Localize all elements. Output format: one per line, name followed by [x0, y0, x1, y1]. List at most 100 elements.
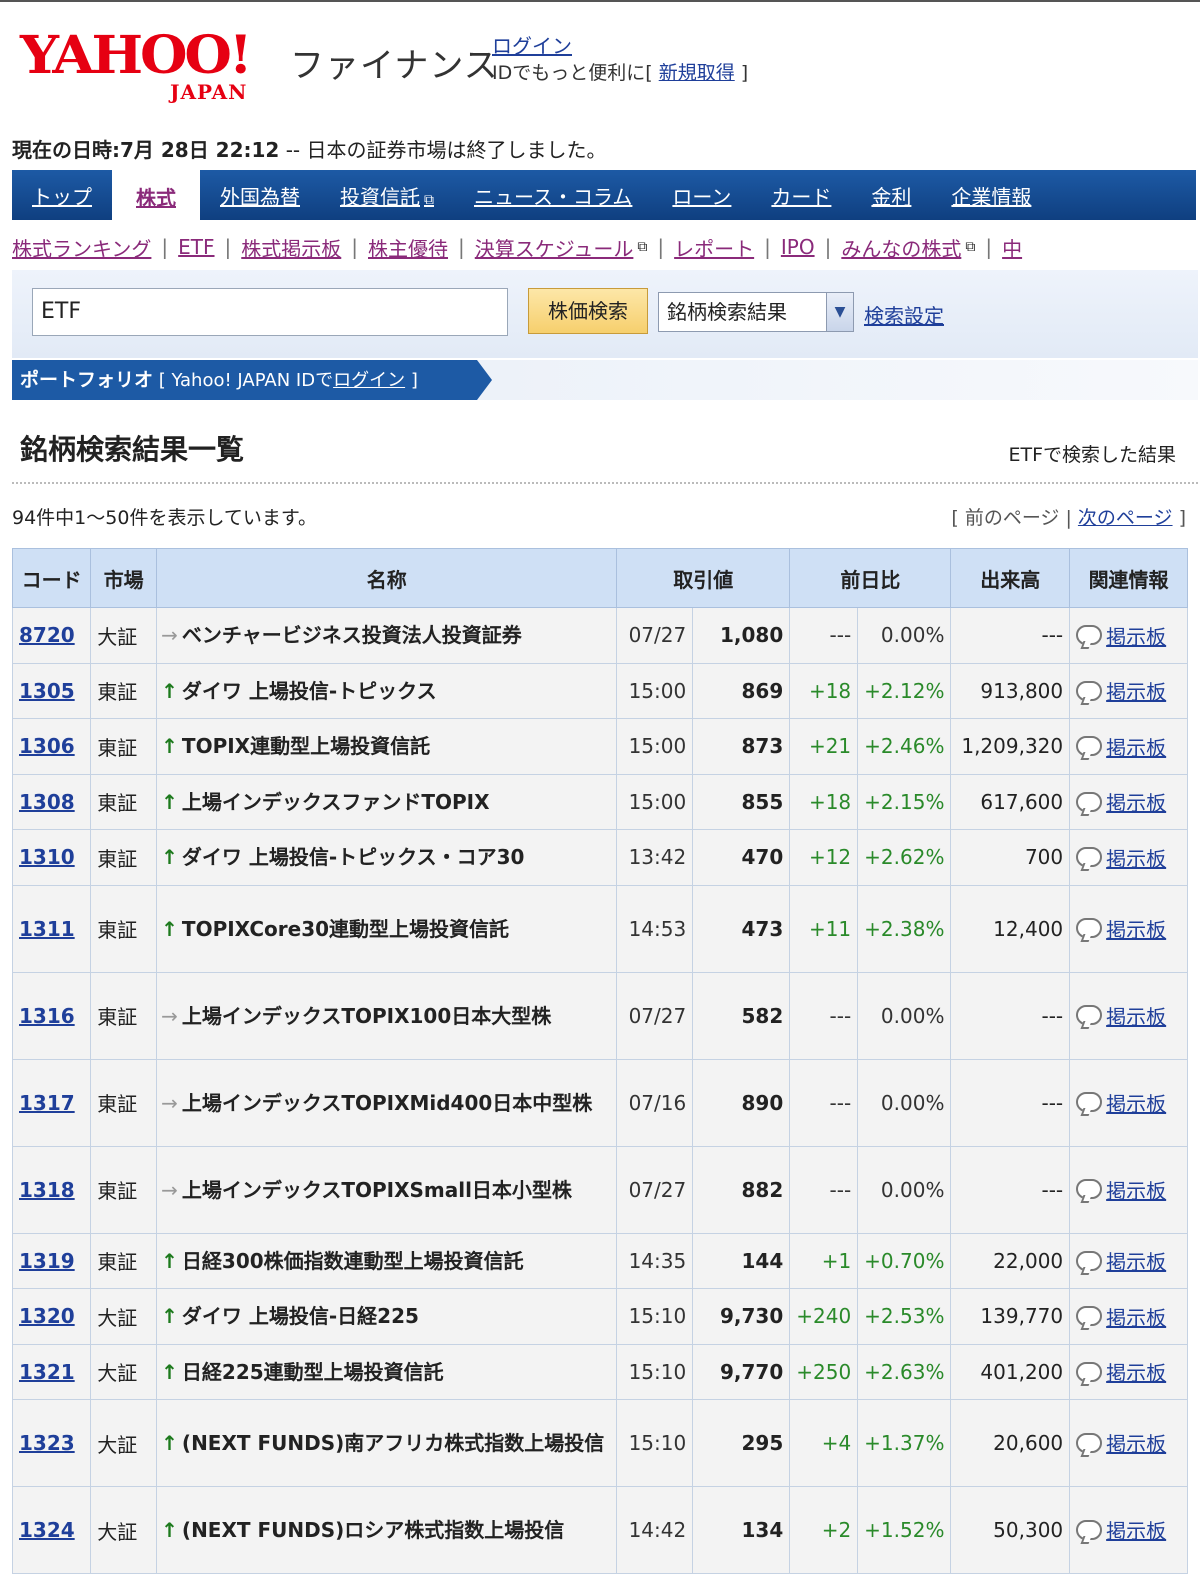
trade-price: 473 — [692, 884, 791, 973]
column-header: 関連情報 — [1069, 548, 1188, 608]
portfolio-login-link[interactable]: ログイン — [333, 370, 405, 391]
service-name: ファイナンス — [290, 46, 499, 86]
main-nav-item[interactable]: トップ — [12, 181, 112, 220]
yahoo-japan-logo[interactable]: YAHOO! JAPAN — [20, 30, 280, 105]
bbs-link-label[interactable]: 掲示板 — [1106, 676, 1166, 705]
bbs-link[interactable]: 掲示板 — [1076, 1515, 1166, 1544]
market-status: 現在の日時:7月 28日 22:12 -- 日本の証券市場は終了しました。 — [12, 138, 607, 162]
next-page-link[interactable]: 次のページ — [1078, 507, 1173, 529]
bbs-link[interactable]: 掲示板 — [1076, 732, 1166, 761]
sub-nav-item[interactable]: 中 — [1002, 233, 1022, 262]
volume-cell: 20,600 — [950, 1399, 1071, 1487]
stock-name: 日経225連動型上場投資信託 — [181, 1359, 444, 1384]
trade-time: 07/16 — [616, 1058, 694, 1147]
code-cell: 1319 — [11, 1232, 92, 1289]
main-nav-item[interactable]: 投資信託 ⧉ — [320, 181, 454, 220]
bbs-link[interactable]: 掲示板 — [1076, 843, 1166, 872]
bbs-link-label[interactable]: 掲示板 — [1106, 1357, 1166, 1386]
column-header: 市場 — [90, 548, 158, 608]
bbs-link[interactable]: 掲示板 — [1076, 1357, 1166, 1386]
bbs-link-label[interactable]: 掲示板 — [1106, 787, 1166, 816]
stock-code-link[interactable]: 1321 — [19, 1360, 75, 1384]
bbs-link[interactable]: 掲示板 — [1076, 914, 1166, 943]
stock-code-link[interactable]: 1318 — [19, 1178, 75, 1202]
stock-code-link[interactable]: 1320 — [19, 1304, 75, 1328]
bbs-link[interactable]: 掲示板 — [1076, 1302, 1166, 1331]
name-cell: → 上場インデックスTOPIXMid400日本中型株 — [156, 1058, 618, 1147]
stock-code-link[interactable]: 8720 — [19, 623, 75, 647]
trade-price: 873 — [692, 718, 791, 775]
change-percent: +2.38% — [857, 884, 952, 973]
stock-code-link[interactable]: 1316 — [19, 1004, 75, 1028]
main-nav-item[interactable]: 株式 — [112, 170, 200, 220]
sub-nav-item[interactable]: みんなの株式 — [841, 233, 961, 262]
stock-code-link[interactable]: 1317 — [19, 1091, 75, 1115]
search-settings-link[interactable]: 検索設定 — [864, 300, 944, 329]
bbs-link-label[interactable]: 掲示板 — [1106, 914, 1166, 943]
sub-nav-item[interactable]: ETF — [178, 235, 214, 259]
name-cell: ↑ (NEXT FUNDS)南アフリカ株式指数上場投信 — [156, 1399, 618, 1487]
bbs-link[interactable]: 掲示板 — [1076, 1088, 1166, 1117]
main-nav-item[interactable]: 外国為替 — [200, 181, 320, 220]
stock-code-link[interactable]: 1319 — [19, 1249, 75, 1273]
bbs-link-label[interactable]: 掲示板 — [1106, 1088, 1166, 1117]
sub-nav-item[interactable]: 決算スケジュール — [475, 233, 634, 262]
bbs-link-label[interactable]: 掲示板 — [1106, 732, 1166, 761]
stock-code-link[interactable]: 1323 — [19, 1431, 75, 1455]
stock-code-link[interactable]: 1308 — [19, 790, 75, 814]
code-cell: 1306 — [11, 718, 92, 775]
main-nav-item[interactable]: 企業情報 — [931, 181, 1051, 220]
bbs-link[interactable]: 掲示板 — [1076, 1001, 1166, 1030]
market-cell: 東証 — [90, 1058, 158, 1147]
info-cell: 掲示板 — [1069, 662, 1188, 719]
bbs-link-label[interactable]: 掲示板 — [1106, 621, 1166, 650]
search-type-select[interactable]: 銘柄検索結果 ▼ — [658, 292, 854, 332]
stock-code-link[interactable]: 1305 — [19, 679, 75, 703]
sub-nav-item[interactable]: 株式掲示板 — [241, 233, 341, 262]
bbs-link-label[interactable]: 掲示板 — [1106, 1001, 1166, 1030]
speech-bubble-icon — [1076, 1361, 1103, 1382]
current-datetime: 7月 28日 22:12 — [120, 138, 280, 162]
main-nav-label: 株式 — [136, 186, 176, 210]
sub-nav-item[interactable]: 株式ランキング — [12, 233, 151, 262]
bbs-link-label[interactable]: 掲示板 — [1106, 1175, 1166, 1204]
bbs-link[interactable]: 掲示板 — [1076, 1246, 1166, 1275]
bbs-link-label[interactable]: 掲示板 — [1106, 1302, 1166, 1331]
arrow-up-icon: ↑ — [161, 1359, 178, 1384]
bbs-link[interactable]: 掲示板 — [1076, 1428, 1166, 1457]
sub-nav-item[interactable]: IPO — [781, 235, 815, 259]
search-input[interactable]: ETF — [32, 288, 508, 336]
arrow-up-icon: ↑ — [161, 678, 178, 703]
stock-search-button[interactable]: 株価検索 — [528, 288, 648, 334]
stock-code-link[interactable]: 1324 — [19, 1518, 75, 1542]
bbs-link[interactable]: 掲示板 — [1076, 676, 1166, 705]
result-subtitle: ETFで検索した結果 — [1008, 444, 1176, 466]
main-nav-item[interactable]: カード — [751, 181, 851, 220]
bbs-link-label[interactable]: 掲示板 — [1106, 1515, 1166, 1544]
sub-nav-item[interactable]: 株主優待 — [368, 233, 448, 262]
table-row: 1317 東証 → 上場インデックスTOPIXMid400日本中型株 07/16 890-… — [11, 1058, 1188, 1147]
bbs-link[interactable]: 掲示板 — [1076, 621, 1166, 650]
stock-code-link[interactable]: 1311 — [19, 917, 75, 941]
code-cell: 1321 — [11, 1343, 92, 1400]
stock-code-link[interactable]: 1306 — [19, 734, 75, 758]
info-cell: 掲示板 — [1069, 884, 1188, 973]
bbs-link-label[interactable]: 掲示板 — [1106, 1428, 1166, 1457]
bbs-link-label[interactable]: 掲示板 — [1106, 843, 1166, 872]
stock-code-link[interactable]: 1310 — [19, 845, 75, 869]
main-nav-item[interactable]: 金利 — [851, 181, 931, 220]
trade-time: 14:53 — [616, 884, 694, 973]
stock-name: TOPIXCore30連動型上場投資信託 — [181, 916, 510, 941]
stock-name: ベンチャービジネス投資法人投資証券 — [181, 623, 522, 648]
main-nav-item[interactable]: ローン — [652, 181, 751, 220]
bbs-link-label[interactable]: 掲示板 — [1106, 1246, 1166, 1275]
sub-nav-item[interactable]: レポート — [674, 233, 754, 262]
bbs-link[interactable]: 掲示板 — [1076, 1175, 1166, 1204]
stock-name: (NEXT FUNDS)ロシア株式指数上場投信 — [181, 1518, 565, 1542]
main-nav-item[interactable]: ニュース・コラム — [454, 181, 652, 220]
bbs-link[interactable]: 掲示板 — [1076, 787, 1166, 816]
speech-bubble-icon — [1076, 625, 1103, 645]
info-cell: 掲示板 — [1069, 1058, 1188, 1147]
register-link[interactable]: 新規取得 — [659, 62, 735, 84]
login-link[interactable]: ログイン — [492, 30, 572, 59]
